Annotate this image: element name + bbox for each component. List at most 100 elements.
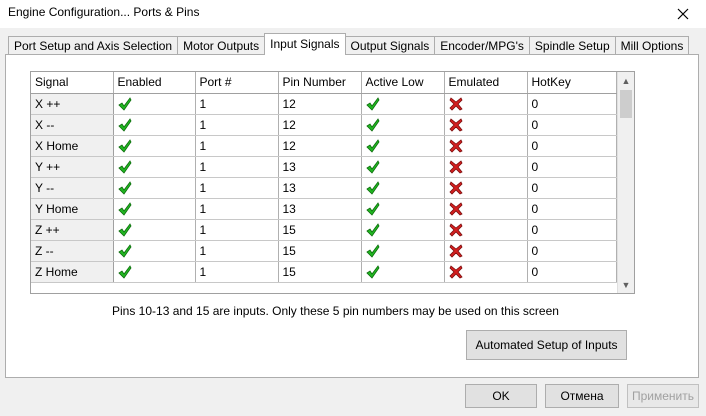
- active-low-cell[interactable]: [361, 219, 445, 241]
- table-row: Z -- 1 15 0: [31, 240, 617, 262]
- active-low-cell[interactable]: [361, 135, 445, 157]
- scroll-down-arrow-icon[interactable]: ▼: [618, 276, 634, 293]
- red-x-icon: [448, 139, 463, 153]
- hotkey-cell[interactable]: 0: [527, 135, 617, 157]
- emulated-cell[interactable]: [444, 198, 528, 220]
- enabled-cell[interactable]: [113, 93, 196, 115]
- apply-button[interactable]: Применить: [627, 384, 699, 408]
- green-check-icon: [117, 244, 131, 258]
- emulated-cell[interactable]: [444, 261, 528, 283]
- pin-number-cell[interactable]: 12: [278, 93, 362, 115]
- port-cell[interactable]: 1: [195, 219, 279, 241]
- enabled-cell[interactable]: [113, 240, 196, 262]
- red-x-icon: [448, 265, 463, 279]
- ok-button[interactable]: OK: [465, 384, 537, 408]
- table-row: X ++ 1 12 0: [31, 93, 617, 115]
- signal-name-cell: Y --: [31, 177, 114, 199]
- active-low-cell[interactable]: [361, 240, 445, 262]
- table-row: X -- 1 12 0: [31, 114, 617, 136]
- enabled-cell[interactable]: [113, 219, 196, 241]
- hotkey-cell[interactable]: 0: [527, 93, 617, 115]
- green-check-icon: [117, 160, 131, 174]
- pin-number-cell[interactable]: 13: [278, 198, 362, 220]
- green-check-icon: [365, 223, 379, 237]
- pin-number-cell[interactable]: 13: [278, 156, 362, 178]
- signal-name-cell: X --: [31, 114, 114, 136]
- emulated-cell[interactable]: [444, 156, 528, 178]
- port-cell[interactable]: 1: [195, 114, 279, 136]
- table-row: Y -- 1 13 0: [31, 177, 617, 199]
- port-cell[interactable]: 1: [195, 177, 279, 199]
- tab-port-setup[interactable]: Port Setup and Axis Selection: [8, 36, 179, 54]
- column-header-emulated: Emulated: [444, 72, 528, 94]
- green-check-icon: [117, 265, 131, 279]
- table-row: Y Home 1 13 0: [31, 198, 617, 220]
- signal-name-cell: Z ++: [31, 219, 114, 241]
- pin-number-cell[interactable]: 13: [278, 177, 362, 199]
- emulated-cell[interactable]: [444, 240, 528, 262]
- scroll-up-arrow-icon[interactable]: ▲: [618, 72, 634, 89]
- enabled-cell[interactable]: [113, 135, 196, 157]
- pin-number-cell[interactable]: 15: [278, 219, 362, 241]
- enabled-cell[interactable]: [113, 156, 196, 178]
- hotkey-cell[interactable]: 0: [527, 177, 617, 199]
- table-row: Z Home 1 15 0: [31, 261, 617, 283]
- tab-spindle-setup[interactable]: Spindle Setup: [528, 36, 616, 54]
- emulated-cell[interactable]: [444, 114, 528, 136]
- enabled-cell[interactable]: [113, 177, 196, 199]
- active-low-cell[interactable]: [361, 261, 445, 283]
- pin-number-cell[interactable]: 12: [278, 114, 362, 136]
- pin-number-cell[interactable]: 15: [278, 240, 362, 262]
- green-check-icon: [117, 139, 131, 153]
- close-icon: [677, 8, 689, 20]
- cancel-button[interactable]: Отмена: [545, 384, 619, 408]
- tab-output-signals[interactable]: Output Signals: [344, 36, 436, 54]
- hotkey-cell[interactable]: 0: [527, 114, 617, 136]
- active-low-cell[interactable]: [361, 114, 445, 136]
- port-cell[interactable]: 1: [195, 198, 279, 220]
- pin-number-cell[interactable]: 15: [278, 261, 362, 283]
- port-cell[interactable]: 1: [195, 93, 279, 115]
- close-button[interactable]: [660, 0, 706, 28]
- enabled-cell[interactable]: [113, 261, 196, 283]
- green-check-icon: [117, 118, 131, 132]
- active-low-cell[interactable]: [361, 156, 445, 178]
- green-check-icon: [117, 97, 131, 111]
- active-low-cell[interactable]: [361, 177, 445, 199]
- column-header-enabled: Enabled: [113, 72, 196, 94]
- hotkey-cell[interactable]: 0: [527, 156, 617, 178]
- signal-name-cell: Y ++: [31, 156, 114, 178]
- automated-setup-button[interactable]: Automated Setup of Inputs: [466, 330, 627, 360]
- column-header-port: Port #: [195, 72, 279, 94]
- active-low-cell[interactable]: [361, 93, 445, 115]
- port-cell[interactable]: 1: [195, 156, 279, 178]
- scrollbar-thumb[interactable]: [620, 90, 632, 118]
- enabled-cell[interactable]: [113, 114, 196, 136]
- tab-motor-outputs[interactable]: Motor Outputs: [177, 36, 266, 54]
- red-x-icon: [448, 97, 463, 111]
- tab-input-signals[interactable]: Input Signals: [264, 33, 346, 55]
- green-check-icon: [365, 244, 379, 258]
- port-cell[interactable]: 1: [195, 261, 279, 283]
- emulated-cell[interactable]: [444, 135, 528, 157]
- signal-name-cell: X ++: [31, 93, 114, 115]
- emulated-cell[interactable]: [444, 219, 528, 241]
- tab-encoder-mpg[interactable]: Encoder/MPG's: [434, 36, 530, 54]
- vertical-scrollbar[interactable]: ▲ ▼: [617, 72, 634, 293]
- port-cell[interactable]: 1: [195, 240, 279, 262]
- pin-number-cell[interactable]: 12: [278, 135, 362, 157]
- tab-mill-options[interactable]: Mill Options: [614, 36, 690, 54]
- emulated-cell[interactable]: [444, 93, 528, 115]
- port-cell[interactable]: 1: [195, 135, 279, 157]
- hotkey-cell[interactable]: 0: [527, 198, 617, 220]
- hotkey-cell[interactable]: 0: [527, 219, 617, 241]
- column-header-active-low: Active Low: [361, 72, 445, 94]
- enabled-cell[interactable]: [113, 198, 196, 220]
- green-check-icon: [365, 139, 379, 153]
- active-low-cell[interactable]: [361, 198, 445, 220]
- hotkey-cell[interactable]: 0: [527, 240, 617, 262]
- column-header-signal: Signal: [31, 72, 114, 94]
- hotkey-cell[interactable]: 0: [527, 261, 617, 283]
- emulated-cell[interactable]: [444, 177, 528, 199]
- red-x-icon: [448, 160, 463, 174]
